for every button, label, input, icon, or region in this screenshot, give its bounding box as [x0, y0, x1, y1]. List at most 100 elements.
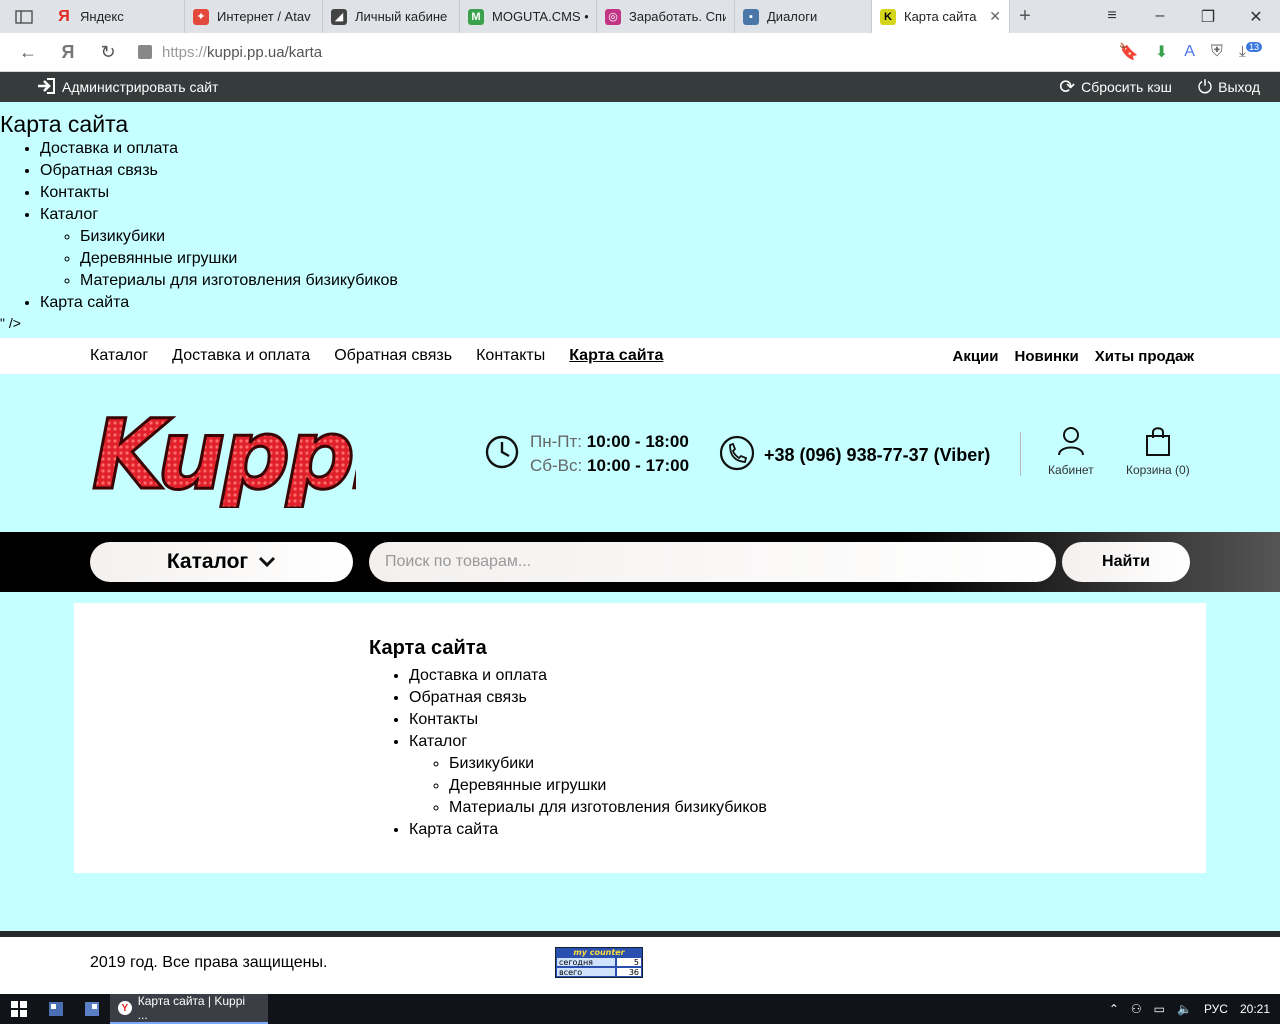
close-window-icon[interactable]: ✕ [1232, 7, 1280, 27]
list-item[interactable]: Деревянные игрушки [80, 248, 700, 270]
nav-link-sitemap[interactable]: Карта сайта [569, 347, 663, 365]
top-sitemap: Карта сайта Доставка и оплата Обратная с… [0, 110, 700, 332]
search-bar: Каталог Найти [0, 532, 1280, 592]
phone-contact[interactable]: +38 (096) 938-77-37 (Viber) [718, 434, 990, 477]
list-item[interactable]: Доставка и оплата [40, 138, 700, 160]
search-button[interactable]: Найти [1062, 542, 1190, 582]
tab-label: Интернет / Atav [217, 9, 311, 24]
volume-icon[interactable]: 🔈 [1177, 1002, 1192, 1016]
shopping-bag-icon [1144, 427, 1172, 459]
restore-icon[interactable]: ❐ [1184, 7, 1232, 27]
translate-icon[interactable]: A [1184, 43, 1195, 61]
language-indicator[interactable]: РУС [1204, 1002, 1228, 1016]
yandex-browser-icon: Y [118, 1001, 132, 1015]
nav-link-contacts[interactable]: Контакты [476, 347, 545, 365]
nav-link-hits[interactable]: Хиты продаж [1095, 348, 1194, 365]
nav-link-feedback[interactable]: Обратная связь [334, 347, 452, 365]
minimize-icon[interactable]: – [1136, 7, 1184, 27]
url-field[interactable]: https://kuppi.pp.ua/karta [138, 37, 1119, 67]
close-tab-icon[interactable]: ✕ [989, 8, 1001, 25]
yandex-home-icon[interactable]: Я [48, 42, 88, 63]
list-item[interactable]: Материалы для изготовления бизикубиков [80, 270, 700, 292]
tab-label: Яндекс [80, 9, 124, 24]
nav-link-sales[interactable]: Акции [953, 348, 999, 365]
list-item[interactable]: Бизикубики [80, 226, 700, 248]
reload-icon[interactable]: ↻ [88, 42, 128, 63]
user-icon [1057, 427, 1085, 459]
list-item[interactable]: Контакты [40, 182, 700, 204]
top-sitemap-list: Доставка и оплата Обратная связь Контакт… [0, 138, 700, 314]
list-item[interactable]: Карта сайта [40, 292, 700, 314]
protect-icon[interactable]: ⛨ [1211, 43, 1223, 61]
tab-instagram[interactable]: ◎ Заработать. Спи [597, 0, 735, 33]
shield-icon: ✦ [193, 8, 209, 25]
list-item[interactable]: Материалы для изготовления бизикубиков [449, 797, 767, 819]
list-item-label[interactable]: Каталог [40, 206, 98, 223]
network-icon[interactable]: ▭ [1154, 1002, 1165, 1016]
list-item-label[interactable]: Каталог [409, 733, 467, 750]
menu-icon[interactable]: ≡ [1088, 7, 1136, 27]
tab-internet[interactable]: ✦ Интернет / Atav [185, 0, 323, 33]
back-icon[interactable]: ← [8, 42, 48, 63]
refresh-icon: ⟳ [1059, 76, 1076, 98]
person-icon[interactable]: ⚇ [1131, 1002, 1142, 1016]
admin-site-label: Администрировать сайт [62, 79, 219, 95]
phone-icon [718, 434, 756, 477]
tab-yandex[interactable]: Я Яндекс [48, 0, 185, 33]
logout-link[interactable]: ⏻ Выход [1198, 76, 1260, 99]
clock-icon [484, 434, 520, 475]
tab-dialogs[interactable]: ▪ Диалоги [735, 0, 872, 33]
admin-site-link[interactable]: Администрировать сайт [36, 77, 218, 98]
nav-link-delivery[interactable]: Доставка и оплата [172, 347, 310, 365]
tab-account[interactable]: ◢ Личный кабине [323, 0, 460, 33]
address-bar: ← Я ↻ https://kuppi.pp.ua/karta 🔖 ⬇ A ⛨ … [0, 33, 1280, 72]
window-controls: ≡ – ❐ ✕ [1088, 7, 1280, 27]
list-item[interactable]: Каталог Бизикубики Деревянные игрушки Ма… [409, 731, 767, 819]
search-input[interactable] [369, 542, 1056, 582]
list-item[interactable]: Деревянные игрушки [449, 775, 767, 797]
list-item[interactable]: Каталог Бизикубики Деревянные игрушки Ма… [40, 204, 700, 292]
tab-label: Заработать. Спи [629, 9, 726, 24]
phone-number[interactable]: +38 (096) 938-77-37 (Viber) [764, 445, 990, 466]
visit-counter-widget[interactable]: my counter сегодня 5 всего 36 [555, 947, 643, 978]
downloads-icon[interactable]: ⤓ 13 [1239, 42, 1262, 61]
system-tray: ⌃ ⚇ ▭ 🔈 РУС 20:21 [1109, 1002, 1280, 1016]
list-item[interactable]: Карта сайта [409, 819, 767, 841]
nav-link-new[interactable]: Новинки [1015, 348, 1079, 365]
list-item[interactable]: Бизикубики [449, 753, 767, 775]
counter-today-label: сегодня [556, 957, 616, 967]
taskbar-app-icon[interactable] [38, 994, 74, 1024]
list-item[interactable]: Контакты [409, 709, 767, 731]
catalog-dropdown-button[interactable]: Каталог [90, 542, 353, 582]
cabinet-link[interactable]: Кабинет [1048, 426, 1094, 477]
list-item[interactable]: Обратная связь [40, 160, 700, 182]
cart-link[interactable]: Корзина (0) [1126, 426, 1190, 477]
taskbar-app-icon[interactable] [74, 994, 110, 1024]
kuppi-logo[interactable]: Kuppi [88, 396, 391, 513]
catalog-button-label: Каталог [166, 550, 249, 573]
chevron-up-icon[interactable]: ⌃ [1109, 1002, 1119, 1016]
tab-sitemap[interactable]: K Карта сайта | ✕ [872, 0, 1010, 33]
new-tab-icon[interactable]: + [1010, 5, 1040, 28]
list-item[interactable]: Обратная связь [409, 687, 767, 709]
tab-moguta[interactable]: M MOGUTA.CMS • [460, 0, 597, 33]
logout-label: Выход [1218, 79, 1260, 95]
working-hours: Пн-Пт: 10:00 - 18:00 Сб-Вс: 10:00 - 17:0… [484, 430, 689, 478]
downloads-badge: 13 [1245, 42, 1262, 53]
site-header: Kuppi Пн-Пт: 10:00 - 18:00 Сб-Вс: 10:00 … [0, 374, 1280, 532]
weekend-hours: 10:00 - 17:00 [586, 456, 690, 475]
reset-cache-link[interactable]: ⟳ Сбросить кэш [1059, 76, 1172, 99]
windows-start-icon[interactable] [0, 1001, 38, 1017]
top-sitemap-title: Карта сайта [0, 111, 129, 137]
sitemap-sublist: Бизикубики Деревянные игрушки Материалы … [409, 753, 767, 819]
sidebar-toggle-icon[interactable] [0, 0, 48, 33]
browser-tab-bar: Я Яндекс ✦ Интернет / Atav ◢ Личный каби… [0, 0, 1280, 33]
bookmark-icon[interactable]: 🔖 [1119, 42, 1139, 62]
nav-link-catalog[interactable]: Каталог [90, 347, 148, 365]
taskbar-browser-task[interactable]: Y Карта сайта | Kuppi ... [110, 994, 268, 1024]
clock-time[interactable]: 20:21 [1240, 1002, 1270, 1016]
logo-text: Kuppi [92, 399, 356, 508]
list-item[interactable]: Доставка и оплата [409, 665, 767, 687]
chevron-down-icon [258, 550, 276, 574]
download-extension-icon[interactable]: ⬇ [1155, 42, 1168, 62]
